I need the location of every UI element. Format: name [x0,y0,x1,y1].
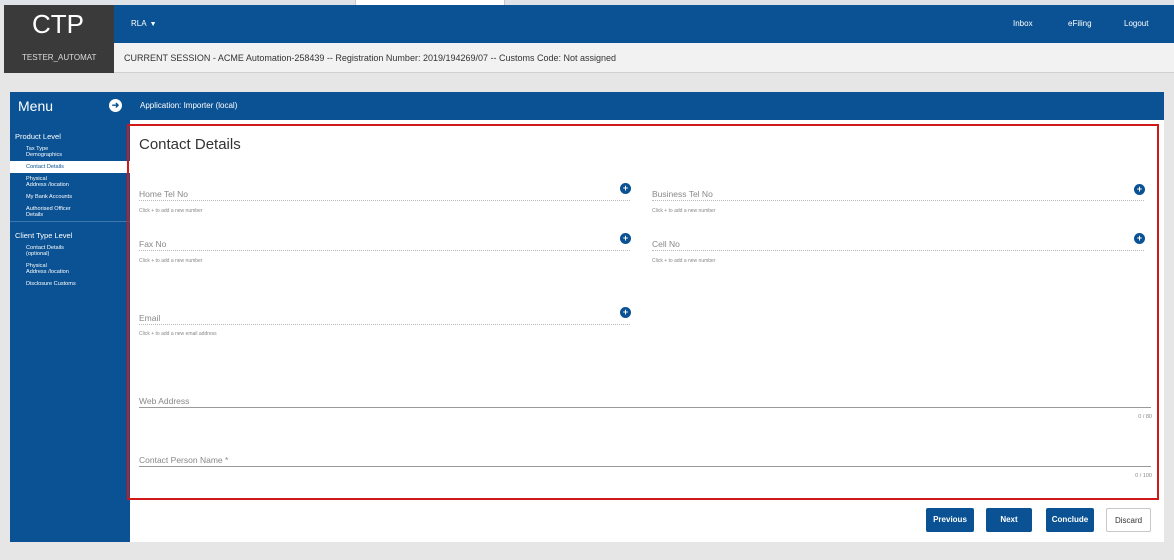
previous-button[interactable]: Previous [926,508,974,532]
content-panel [130,120,1164,542]
efiling-link[interactable]: eFiling [1068,5,1092,43]
session-info: CURRENT SESSION - ACME Automation-258439… [114,43,1174,73]
business-tel-field[interactable]: Business Tel No [652,189,1144,201]
web-address-input[interactable]: Web Address [139,396,1151,408]
email-hint: Click + to add a new email address [139,331,217,337]
add-home-tel-plus-icon[interactable]: + [620,183,631,194]
account-menu-label: RLA [131,19,147,28]
section-product-level: Product Level [15,132,61,141]
cell-field[interactable]: Cell No [652,239,1144,251]
sidebar-menu: Menu ➜ Product Level Tax Type Demographi… [10,92,130,542]
business-tel-label: Business Tel No [652,189,713,199]
add-email-plus-icon[interactable]: + [620,307,631,318]
fax-field[interactable]: Fax No [139,239,630,251]
cell-label: Cell No [652,239,680,249]
top-navigation-bar: RLA ▼ Inbox eFiling Logout [114,5,1174,43]
user-name: TESTER_AUTOMAT [4,43,114,73]
sidebar-item-authorised-officer[interactable]: Authorised Officer Details [10,203,130,221]
account-menu[interactable]: RLA ▼ [131,5,157,44]
discard-button[interactable]: Discard [1106,508,1151,532]
caret-down-icon: ▼ [149,21,157,28]
section-client-type-level: Client Type Level [10,221,130,242]
sidebar-item-contact-details[interactable]: Contact Details [10,161,130,173]
contact-person-name-input[interactable]: Contact Person Name * [139,455,1151,467]
fax-label: Fax No [139,239,167,249]
fax-hint: Click + to add a new number [139,258,203,264]
contact-person-name-counter: 0 / 100 [1135,473,1152,479]
application-bar: Application: Importer (local) [130,92,1164,120]
menu-header: Menu ➜ [10,92,130,120]
web-address-label: Web Address [139,396,190,406]
sidebar-item-client-physical-address[interactable]: Physical Address /location [10,260,130,278]
home-tel-label: Home Tel No [139,189,188,199]
inbox-link[interactable]: Inbox [1013,5,1033,43]
logout-link[interactable]: Logout [1124,5,1148,43]
email-field[interactable]: Email [139,313,630,325]
web-address-counter: 0 / 80 [1138,414,1152,420]
sidebar-item-contact-details-optional[interactable]: Contact Details (optional) [10,242,130,260]
add-fax-plus-icon[interactable]: + [620,233,631,244]
arrow-circle-icon[interactable]: ➜ [109,99,122,112]
menu-title: Menu [18,98,54,114]
add-cell-plus-icon[interactable]: + [1134,233,1145,244]
sidebar-item-tax-type-demographics[interactable]: Tax Type Demographics [10,143,130,161]
page-title: Contact Details [139,136,241,153]
home-tel-hint: Click + to add a new number [139,208,203,214]
sidebar-item-bank-accounts[interactable]: My Bank Accounts [10,191,130,203]
home-tel-field[interactable]: Home Tel No [139,189,630,201]
app-logo: CTP [4,5,114,43]
business-tel-hint: Click + to add a new number [652,208,716,214]
contact-person-name-label: Contact Person Name * [139,455,229,465]
add-business-tel-plus-icon[interactable]: + [1134,184,1145,195]
sidebar-item-disclosure-customs[interactable]: Disclosure Customs [10,278,130,290]
email-label: Email [139,313,161,323]
next-button[interactable]: Next [986,508,1032,532]
conclude-button[interactable]: Conclude [1046,508,1094,532]
sidebar-item-physical-address[interactable]: Physical Address /location [10,173,130,191]
cell-hint: Click + to add a new number [652,258,716,264]
